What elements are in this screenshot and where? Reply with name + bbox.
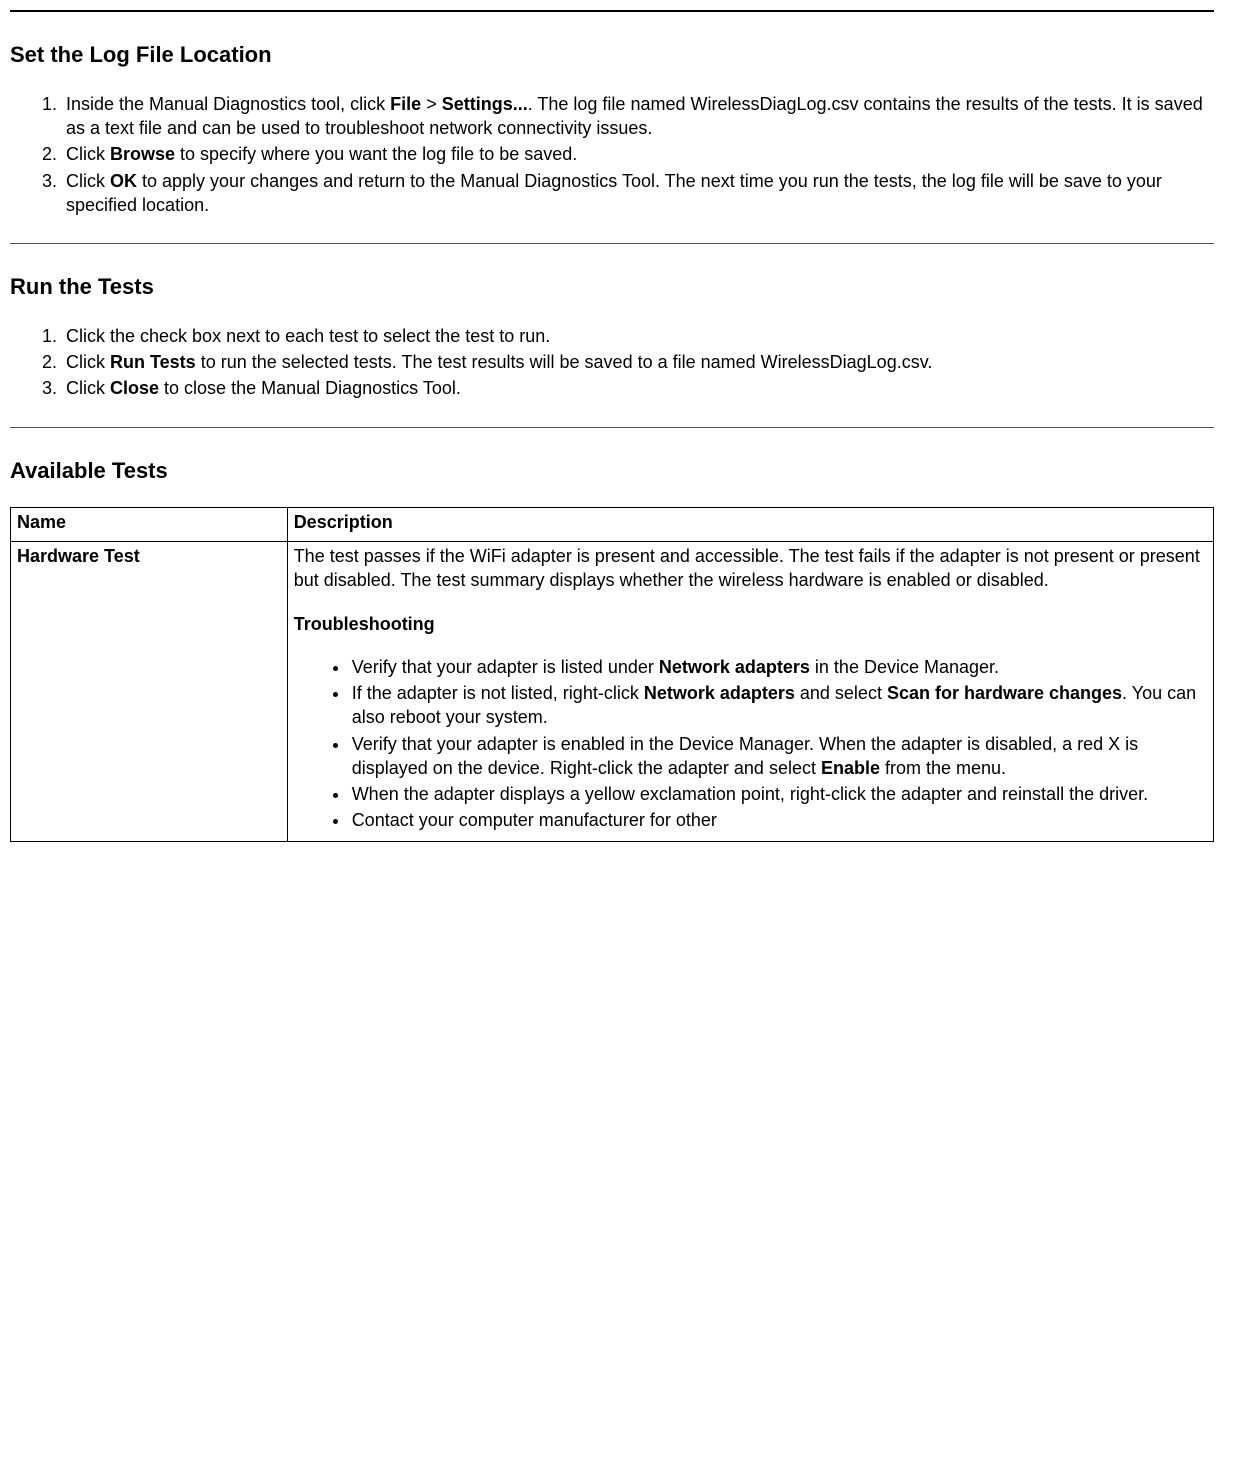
- heading-set-log-file: Set the Log File Location: [10, 40, 1214, 70]
- text: Verify that your adapter is enabled in t…: [352, 734, 1138, 778]
- text: to apply your changes and return to the …: [66, 171, 1162, 215]
- set-log-file-steps: Inside the Manual Diagnostics tool, clic…: [10, 92, 1214, 217]
- bold-text: File: [390, 94, 421, 114]
- description-paragraph: The test passes if the WiFi adapter is p…: [294, 544, 1207, 593]
- troubleshooting-list: Verify that your adapter is listed under…: [294, 655, 1207, 833]
- available-tests-table: Name Description Hardware Test The test …: [10, 507, 1214, 841]
- bold-text: Scan for hardware changes: [887, 683, 1122, 703]
- divider: [10, 427, 1214, 428]
- text: to specify where you want the log file t…: [175, 144, 577, 164]
- test-description-cell: The test passes if the WiFi adapter is p…: [287, 541, 1213, 841]
- text: and select: [795, 683, 887, 703]
- run-tests-steps: Click the check box next to each test to…: [10, 324, 1214, 401]
- text: to close the Manual Diagnostics Tool.: [159, 378, 461, 398]
- bold-text: Settings...: [442, 94, 528, 114]
- list-item: Click the check box next to each test to…: [62, 324, 1214, 348]
- text: Click: [66, 171, 110, 191]
- list-item: Click Run Tests to run the selected test…: [62, 350, 1214, 374]
- text: Contact your computer manufacturer for o…: [352, 810, 717, 830]
- table-row: Hardware Test The test passes if the WiF…: [11, 541, 1214, 841]
- table-header-row: Name Description: [11, 508, 1214, 541]
- list-item: Verify that your adapter is listed under…: [350, 655, 1207, 679]
- bold-text: Close: [110, 378, 159, 398]
- column-header-name: Name: [11, 508, 288, 541]
- text: Verify that your adapter is listed under: [352, 657, 659, 677]
- list-item: When the adapter displays a yellow excla…: [350, 782, 1207, 806]
- column-header-description: Description: [287, 508, 1213, 541]
- list-item: If the adapter is not listed, right-clic…: [350, 681, 1207, 730]
- text: to run the selected tests. The test resu…: [196, 352, 933, 372]
- text: Click: [66, 352, 110, 372]
- list-item: Verify that your adapter is enabled in t…: [350, 732, 1207, 781]
- text: in the Device Manager.: [810, 657, 999, 677]
- text: Click: [66, 378, 110, 398]
- text: Click: [66, 144, 110, 164]
- list-item: Contact your computer manufacturer for o…: [350, 808, 1207, 832]
- heading-run-tests: Run the Tests: [10, 272, 1214, 302]
- text: Click the check box next to each test to…: [66, 326, 550, 346]
- list-item: Click Browse to specify where you want t…: [62, 142, 1214, 166]
- text: >: [421, 94, 442, 114]
- bold-text: Run Tests: [110, 352, 196, 372]
- text: When the adapter displays a yellow excla…: [352, 784, 1148, 804]
- test-name-cell: Hardware Test: [11, 541, 288, 841]
- list-item: Inside the Manual Diagnostics tool, clic…: [62, 92, 1214, 141]
- bold-text: Enable: [821, 758, 880, 778]
- text: from the menu.: [880, 758, 1006, 778]
- list-item: Click Close to close the Manual Diagnost…: [62, 376, 1214, 400]
- heading-available-tests: Available Tests: [10, 456, 1214, 486]
- text: If the adapter is not listed, right-clic…: [352, 683, 644, 703]
- divider: [10, 243, 1214, 244]
- troubleshooting-label: Troubleshooting: [294, 612, 1207, 636]
- bold-text: Browse: [110, 144, 175, 164]
- bold-text: Network adapters: [659, 657, 810, 677]
- top-rule: [10, 10, 1214, 12]
- text: Inside the Manual Diagnostics tool, clic…: [66, 94, 390, 114]
- list-item: Click OK to apply your changes and retur…: [62, 169, 1214, 218]
- bold-text: Network adapters: [644, 683, 795, 703]
- bold-text: OK: [110, 171, 137, 191]
